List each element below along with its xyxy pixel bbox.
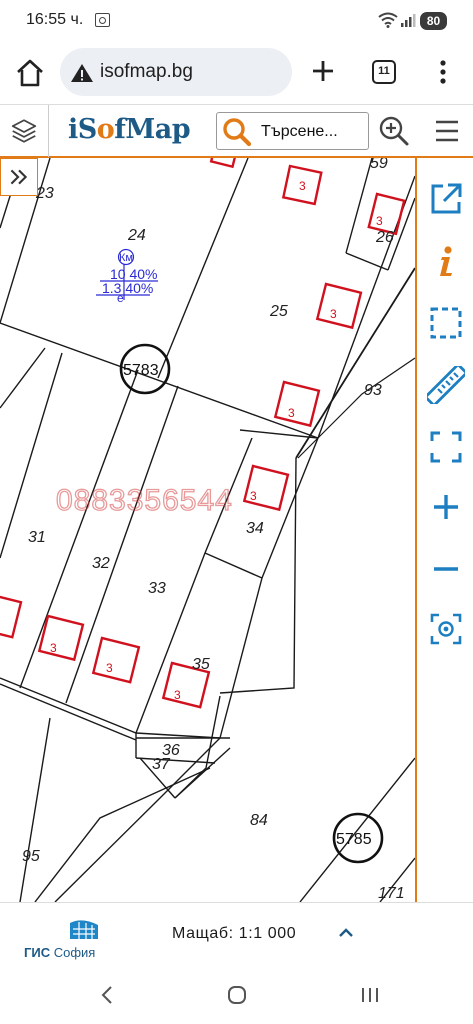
parcel-label-32: 32 xyxy=(92,555,110,572)
address-bar[interactable]: isofmap.bg xyxy=(60,48,292,96)
expand-panel-icon[interactable] xyxy=(0,158,38,196)
app-toolbar: iSofMap Търсене... xyxy=(0,104,473,158)
search-input[interactable]: Търсене... xyxy=(216,112,369,150)
zoom-out-icon[interactable] xyxy=(427,550,465,588)
zoning-annotation: Км 10 40% 1.3 40% е xyxy=(96,248,158,305)
zoom-in-icon[interactable] xyxy=(427,488,465,526)
cadastral-map[interactable]: 3 3 3 3 3 3 3 3 23 24 25 26 59 93 31 32 … xyxy=(0,158,415,902)
parcel-label-37: 37 xyxy=(152,756,171,773)
back-icon[interactable] xyxy=(96,984,118,1006)
chevron-up-icon[interactable] xyxy=(336,923,356,943)
map-footer: ГИС София Мащаб: 1:1 000 xyxy=(0,902,473,964)
tabs-icon[interactable]: 11 xyxy=(372,60,396,84)
parcel-label-25: 25 xyxy=(269,303,288,320)
parcel-label-93: 93 xyxy=(364,382,382,399)
building-label: 3 xyxy=(376,214,383,228)
fullscreen-icon[interactable] xyxy=(427,428,465,466)
battery-icon: 80 xyxy=(420,12,447,30)
parcel-label-24: 24 xyxy=(127,227,146,244)
block-label-5783: 5783 xyxy=(123,362,159,379)
search-placeholder: Търсене... xyxy=(261,123,338,140)
gis-sofia-text: ГИС София xyxy=(24,945,96,960)
parcel-label-34: 34 xyxy=(246,520,264,537)
building-label: 3 xyxy=(174,688,181,702)
block-label-5785: 5785 xyxy=(336,831,372,848)
signal-icon xyxy=(401,14,416,27)
external-link-icon[interactable] xyxy=(427,180,465,218)
select-area-icon[interactable] xyxy=(427,304,465,342)
building-labels: 3 3 3 3 3 3 3 3 xyxy=(50,179,383,702)
parcel-label-59: 59 xyxy=(370,158,388,172)
parcel-label-35: 35 xyxy=(192,656,210,673)
parcel-label-33: 33 xyxy=(148,580,166,597)
building-label: 3 xyxy=(250,489,257,503)
map-tools-panel xyxy=(415,158,473,902)
more-vert-icon[interactable] xyxy=(436,58,450,86)
status-time: 16:55 ч. xyxy=(26,11,84,28)
building-label: 3 xyxy=(330,307,337,321)
info-icon[interactable] xyxy=(427,242,465,280)
parcel-label-31: 31 xyxy=(28,529,46,546)
parcel-label-171: 171 xyxy=(378,885,405,902)
status-bar: 16:55 ч. 80 xyxy=(0,0,473,42)
recent-apps-icon[interactable] xyxy=(358,984,382,1006)
locate-icon[interactable] xyxy=(427,610,465,648)
svg-text:Км: Км xyxy=(119,252,133,264)
new-tab-icon[interactable] xyxy=(308,56,338,86)
url-text: isofmap.bg xyxy=(100,61,193,82)
ruler-icon[interactable] xyxy=(427,366,465,404)
layers-icon[interactable] xyxy=(0,105,49,157)
screen-record-icon xyxy=(95,13,110,27)
app-logo[interactable]: iSofMap xyxy=(68,114,191,145)
site-info-icon[interactable] xyxy=(70,62,94,84)
phone-watermark: 0883356544 xyxy=(55,483,233,517)
parcel-label-26: 26 xyxy=(375,229,394,246)
search-icon xyxy=(223,118,252,147)
building-label: 3 xyxy=(288,406,295,420)
map-canvas[interactable]: 3 3 3 3 3 3 3 3 23 24 25 26 59 93 31 32 … xyxy=(0,158,415,902)
svg-text:1.3 40%: 1.3 40% xyxy=(102,280,153,296)
gis-sofia-logo-icon xyxy=(70,920,98,939)
building-label: 3 xyxy=(299,179,306,193)
gis-sofia-logo[interactable]: ГИС София xyxy=(24,917,108,961)
scale-label: Мащаб: 1:1 000 xyxy=(172,925,297,942)
system-nav-bar xyxy=(0,964,473,1024)
parcel-label-84: 84 xyxy=(250,812,268,829)
parcel-label-95: 95 xyxy=(22,848,40,865)
building-label: 3 xyxy=(106,661,113,675)
zoom-search-icon[interactable] xyxy=(378,115,410,147)
wifi-icon xyxy=(378,12,398,28)
home-nav-icon[interactable] xyxy=(226,984,248,1006)
svg-text:е: е xyxy=(117,291,124,305)
menu-icon[interactable] xyxy=(434,119,460,143)
browser-toolbar: isofmap.bg 11 xyxy=(0,42,473,104)
building-label: 3 xyxy=(50,641,57,655)
home-icon[interactable] xyxy=(14,58,46,88)
